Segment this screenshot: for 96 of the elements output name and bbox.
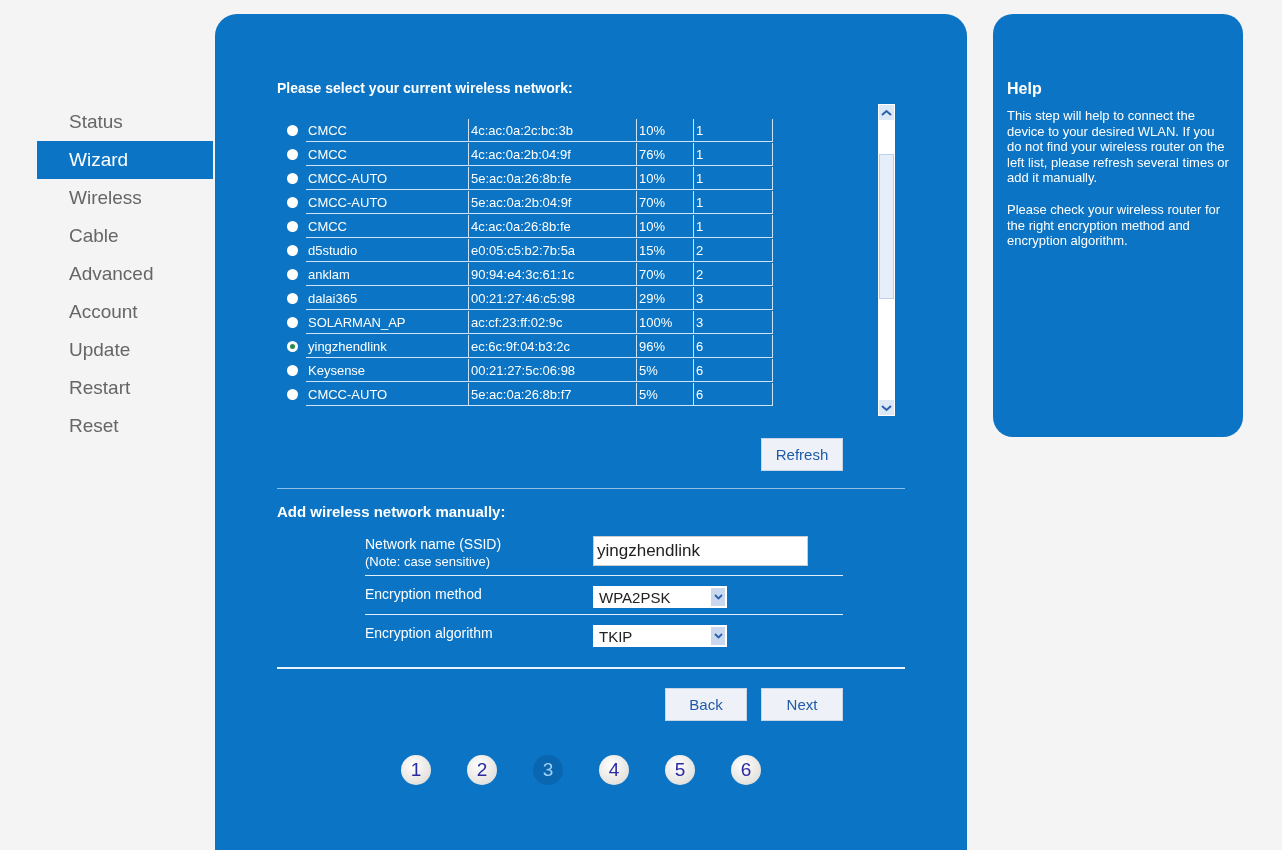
table-cell: 2 [693,262,773,286]
table-cell: anklam [306,262,468,286]
step-indicator[interactable]: 2 [467,755,497,785]
table-cell: 5% [636,358,693,382]
table-cell: ac:cf:23:ff:02:9c [468,310,636,334]
dropdown[interactable]: TKIP [593,625,727,647]
step-indicator[interactable]: 4 [599,755,629,785]
table-cell: 5e:ac:0a:26:8b:f7 [468,382,636,406]
section-title: Please select your current wireless network: [277,80,574,96]
table-cell: 1 [693,190,773,214]
sidebar-item[interactable]: Wizard [37,141,213,179]
table-cell: 4c:ac:0a:26:8b:fe [468,214,636,238]
table-cell: 90:94:e4:3c:61:1c [468,262,636,286]
help-text: Please check your wireless router for the right encryption method and encryption algorithm. [1007,201,1222,249]
sidebar-item[interactable]: Account [37,293,213,331]
table-cell: CMCC-AUTO [306,382,468,406]
step-indicator[interactable]: 3 [533,755,563,785]
table-cell: 4c:ac:0a:2c:bc:3b [468,118,636,142]
sidebar-item[interactable]: Reset [37,407,213,445]
field-label: Encryption algorithm [365,625,494,641]
table-cell: CMCC [306,214,468,238]
table-cell: 00:21:27:5c:06:98 [468,358,636,382]
table-cell: SOLARMAN_AP [306,310,468,334]
radio-button[interactable] [287,268,298,280]
sidebar-item[interactable]: Status [37,103,213,141]
table-cell: 96% [636,334,693,358]
ssid-field[interactable]: yingzhendlink [593,536,808,566]
caret-icon [711,588,725,606]
step-indicator[interactable]: 6 [731,755,761,785]
radio-button[interactable] [287,292,298,304]
radio-button[interactable] [287,340,298,352]
dropdown[interactable]: WPA2PSK [593,586,727,608]
table-cell: 100% [636,310,693,334]
refresh-button[interactable]: Refresh [761,438,843,471]
table-cell: ec:6c:9f:04:b3:2c [468,334,636,358]
table-cell: 6 [693,382,773,406]
table-cell: 1 [693,118,773,142]
radio-button[interactable] [287,316,298,328]
table-cell: 2 [693,238,773,262]
step-indicator[interactable]: 5 [665,755,695,785]
step-indicator[interactable]: 1 [401,755,431,785]
table-cell: yingzhendlink [306,334,468,358]
table-cell: 5e:ac:0a:2b:04:9f [468,190,636,214]
radio-button[interactable] [287,244,298,256]
table-cell: 76% [636,142,693,166]
table-cell: 6 [693,358,773,382]
table-cell: 6 [693,334,773,358]
sidebar-item[interactable]: Update [37,331,213,369]
table-cell: CMCC [306,118,468,142]
section-title: Add wireless network manually: [277,503,507,520]
table-cell: 3 [693,310,773,334]
radio-button[interactable] [287,148,298,160]
table-cell: 1 [693,214,773,238]
radio-button[interactable] [287,124,298,136]
table-cell: 1 [693,166,773,190]
table-cell: 15% [636,238,693,262]
table-cell: 10% [636,118,693,142]
scrollbar[interactable] [878,104,895,416]
radio-button[interactable] [287,196,298,208]
sidebar-item[interactable]: Wireless [37,179,213,217]
help-title: Help [1007,80,1043,98]
table-cell: 4c:ac:0a:2b:04:9f [468,142,636,166]
table-cell: 29% [636,286,693,310]
table-cell: 70% [636,190,693,214]
table-cell: CMCC [306,142,468,166]
scroll-up-icon[interactable] [879,105,894,120]
radio-button[interactable] [287,388,298,400]
table-cell: 10% [636,214,693,238]
scroll-thumb[interactable] [879,154,894,299]
field-label: Encryption method [365,586,483,602]
table-cell: 10% [636,166,693,190]
next-button[interactable]: Next [761,688,843,721]
field-note: (Note: case sensitive) [365,554,491,569]
scroll-down-icon[interactable] [879,400,894,415]
sidebar-item[interactable]: Restart [37,369,213,407]
table-cell: 5e:ac:0a:26:8b:fe [468,166,636,190]
sidebar-item[interactable]: Advanced [37,255,213,293]
table-cell: 1 [693,142,773,166]
back-button[interactable]: Back [665,688,747,721]
table-cell: CMCC-AUTO [306,166,468,190]
table-cell: Keysense [306,358,468,382]
table-cell: 00:21:27:46:c5:98 [468,286,636,310]
radio-button[interactable] [287,364,298,376]
field-label: Network name (SSID) [365,536,503,552]
sidebar-item[interactable]: Cable [37,217,213,255]
table-cell: 70% [636,262,693,286]
radio-button[interactable] [287,220,298,232]
table-cell: e0:05:c5:b2:7b:5a [468,238,636,262]
table-cell: CMCC-AUTO [306,190,468,214]
table-cell: d5studio [306,238,468,262]
help-text: This step will help to connect the device to your desired WLAN. If you do not find your wireless router on the left list, please refresh several times or add it manually. [1007,108,1230,186]
table-cell: dalai365 [306,286,468,310]
table-cell: 5% [636,382,693,406]
table-cell: 3 [693,286,773,310]
caret-icon [711,627,725,645]
radio-button[interactable] [287,172,298,184]
